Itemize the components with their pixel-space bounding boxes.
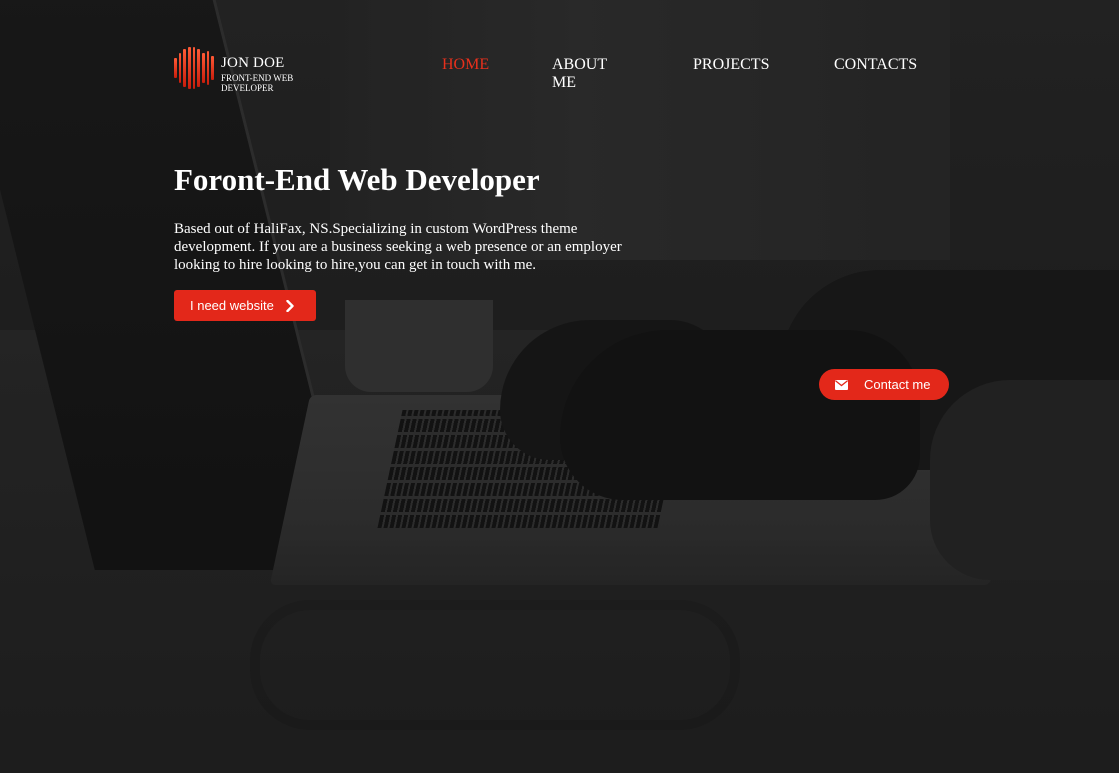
nav-item-home[interactable]: HOME (442, 56, 489, 74)
contact-me-label: Contact me (864, 377, 931, 392)
chevron-right-icon (286, 299, 294, 312)
hero-description: Based out of HaliFax, NS.Specializing in… (174, 221, 622, 273)
nav-item-about-me[interactable]: ABOUT ME (552, 56, 622, 92)
hero-section: JON DOE FRONT-END WEB DEVELOPER HOME ABO… (0, 0, 1119, 773)
nav-item-contacts[interactable]: CONTACTS (834, 56, 917, 74)
nav-item-projects[interactable]: PROJECTS (693, 56, 769, 74)
dark-overlay (0, 0, 1119, 773)
contact-me-button[interactable]: Contact me (819, 369, 949, 400)
envelope-icon (835, 379, 848, 390)
main-nav: HOME ABOUT ME PROJECTS CONTACTS (0, 56, 1119, 96)
i-need-website-label: I need website (190, 298, 274, 313)
i-need-website-button[interactable]: I need website (174, 290, 316, 321)
hero-title: Foront-End Web Developer (174, 162, 540, 197)
